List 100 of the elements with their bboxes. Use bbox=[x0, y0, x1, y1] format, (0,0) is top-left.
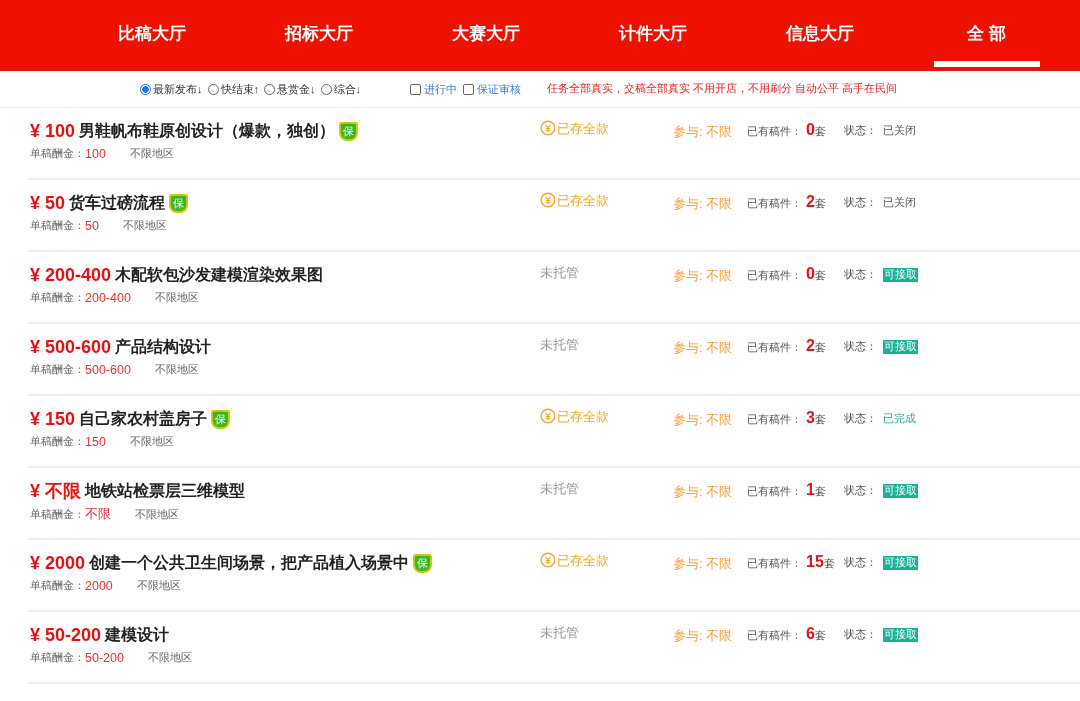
escrow-status: 未托管 bbox=[540, 480, 579, 498]
participation-text: 参与: 不限 bbox=[673, 269, 732, 283]
submission-count: 2 bbox=[806, 337, 815, 355]
count-unit: 套 bbox=[814, 413, 826, 427]
count-label: 已有稿件： bbox=[747, 341, 802, 355]
count-label: 已有稿件： bbox=[747, 485, 802, 499]
fee-value: 500-600 bbox=[85, 362, 131, 377]
task-price: ¥ 2000 bbox=[30, 552, 86, 574]
guarantee-badge: 保 bbox=[413, 553, 433, 573]
status-label: 状态： bbox=[844, 340, 877, 354]
status-tag: 可接取 bbox=[883, 556, 918, 570]
submission-count: 15 bbox=[806, 553, 824, 571]
task-title[interactable]: 木配软包沙发建模渲染效果图 bbox=[115, 264, 324, 286]
participation-text: 参与: 不限 bbox=[673, 197, 732, 211]
task-title[interactable]: 创建一个公共卫生间场景，把产品植入场景中 bbox=[89, 552, 410, 574]
task-title[interactable]: 地铁站检票层三维模型 bbox=[85, 480, 245, 502]
guarantee-badge: 保 bbox=[339, 121, 359, 141]
fee-label: 单稿酬金： bbox=[30, 362, 85, 377]
participation-text: 参与: 不限 bbox=[673, 485, 732, 499]
submission-count: 0 bbox=[806, 121, 815, 139]
participation-text: 参与: 不限 bbox=[673, 629, 732, 643]
escrow-status: 已存全款 bbox=[557, 192, 609, 210]
participation-text: 参与: 不限 bbox=[673, 413, 732, 427]
task-price: ¥ 100 bbox=[30, 120, 76, 142]
fee-label: 单稿酬金： bbox=[30, 290, 85, 305]
status-label: 状态： bbox=[844, 124, 877, 138]
status-label: 状态： bbox=[844, 484, 877, 498]
fee-value: 100 bbox=[85, 146, 106, 161]
filter-checkbox[interactable]: 进行中 bbox=[410, 81, 457, 97]
count-label: 已有稿件： bbox=[747, 125, 802, 139]
fee-value: 50 bbox=[85, 218, 99, 233]
nav-tab[interactable]: 比稿大厅 bbox=[68, 0, 235, 71]
fee-label: 单稿酬金： bbox=[30, 507, 85, 522]
submission-count: 0 bbox=[806, 265, 815, 283]
status-tag: 可接取 bbox=[883, 268, 918, 282]
submission-count: 2 bbox=[806, 193, 815, 211]
region-text: 不限地区 bbox=[135, 507, 179, 522]
count-unit: 套 bbox=[814, 197, 826, 211]
task-price: ¥ 200-400 bbox=[30, 264, 112, 286]
sort-radio[interactable]: 综合↓ bbox=[320, 81, 361, 97]
filter-checkbox[interactable]: 保证审核 bbox=[463, 81, 521, 97]
task-title[interactable]: 自己家农村盖房子 bbox=[79, 408, 208, 430]
fee-label: 单稿酬金： bbox=[30, 434, 85, 449]
escrow-status: 已存全款 bbox=[557, 552, 609, 570]
nav-tab[interactable]: 全 部 bbox=[903, 0, 1070, 71]
sort-radio[interactable]: 最新发布↓ bbox=[140, 81, 203, 97]
escrow-status: 未托管 bbox=[540, 336, 579, 354]
count-unit: 套 bbox=[814, 125, 826, 139]
yen-coin-icon bbox=[540, 192, 556, 208]
task-title[interactable]: 建模设计 bbox=[105, 624, 170, 646]
guarantee-badge: 保 bbox=[169, 193, 189, 213]
escrow-status: 已存全款 bbox=[557, 120, 609, 138]
status-tag: 可接取 bbox=[883, 484, 918, 498]
participation-text: 参与: 不限 bbox=[673, 125, 732, 139]
nav-tab[interactable]: 信息大厅 bbox=[736, 0, 903, 71]
count-label: 已有稿件： bbox=[747, 557, 802, 571]
yen-coin-icon bbox=[540, 408, 556, 424]
count-unit: 套 bbox=[814, 341, 826, 355]
nav-tab[interactable]: 招标大厅 bbox=[235, 0, 402, 71]
status-tag: 已关闭 bbox=[883, 124, 916, 138]
submission-count: 1 bbox=[806, 481, 815, 499]
count-label: 已有稿件： bbox=[747, 629, 802, 643]
task-price: ¥ 500-600 bbox=[30, 336, 112, 358]
participation-text: 参与: 不限 bbox=[673, 341, 732, 355]
count-label: 已有稿件： bbox=[747, 413, 802, 427]
fee-value: 150 bbox=[85, 434, 106, 449]
yen-coin-icon bbox=[540, 120, 556, 136]
escrow-status: 未托管 bbox=[540, 264, 579, 282]
fee-label: 单稿酬金： bbox=[30, 218, 85, 233]
task-title[interactable]: 男鞋帆布鞋原创设计（爆款，独创） bbox=[79, 120, 336, 142]
status-tag: 已完成 bbox=[883, 412, 916, 426]
status-label: 状态： bbox=[844, 412, 877, 426]
task-title[interactable]: 货车过磅流程 bbox=[69, 192, 166, 214]
count-label: 已有稿件： bbox=[747, 269, 802, 283]
nav-tab[interactable]: 计件大厅 bbox=[569, 0, 736, 71]
task-title[interactable]: 产品结构设计 bbox=[115, 336, 212, 358]
status-label: 状态： bbox=[844, 196, 877, 210]
fee-label: 单稿酬金： bbox=[30, 146, 85, 161]
status-tag: 可接取 bbox=[883, 340, 918, 354]
fee-value: 不限 bbox=[85, 506, 111, 523]
guarantee-badge: 保 bbox=[211, 409, 231, 429]
status-tag: 已关闭 bbox=[883, 196, 916, 210]
submission-count: 6 bbox=[806, 625, 815, 643]
task-price: ¥ 50-200 bbox=[30, 624, 102, 646]
region-text: 不限地区 bbox=[129, 434, 174, 449]
status-label: 状态： bbox=[844, 628, 877, 642]
sort-radio[interactable]: 快结束↑ bbox=[207, 81, 259, 97]
fee-label: 单稿酬金： bbox=[30, 578, 85, 593]
submission-count: 3 bbox=[806, 409, 815, 427]
fee-value: 200-400 bbox=[85, 290, 131, 305]
sort-radio[interactable]: 悬赏金↓ bbox=[264, 81, 316, 97]
escrow-status: 未托管 bbox=[540, 624, 579, 642]
nav-tab[interactable]: 大赛大厅 bbox=[402, 0, 569, 71]
participation-text: 参与: 不限 bbox=[673, 557, 732, 571]
region-text: 不限地区 bbox=[154, 362, 199, 377]
escrow-status: 已存全款 bbox=[557, 408, 609, 426]
fee-value: 2000 bbox=[85, 578, 113, 593]
count-unit: 套 bbox=[814, 485, 826, 499]
status-label: 状态： bbox=[844, 556, 877, 570]
fee-value: 50-200 bbox=[85, 650, 124, 665]
